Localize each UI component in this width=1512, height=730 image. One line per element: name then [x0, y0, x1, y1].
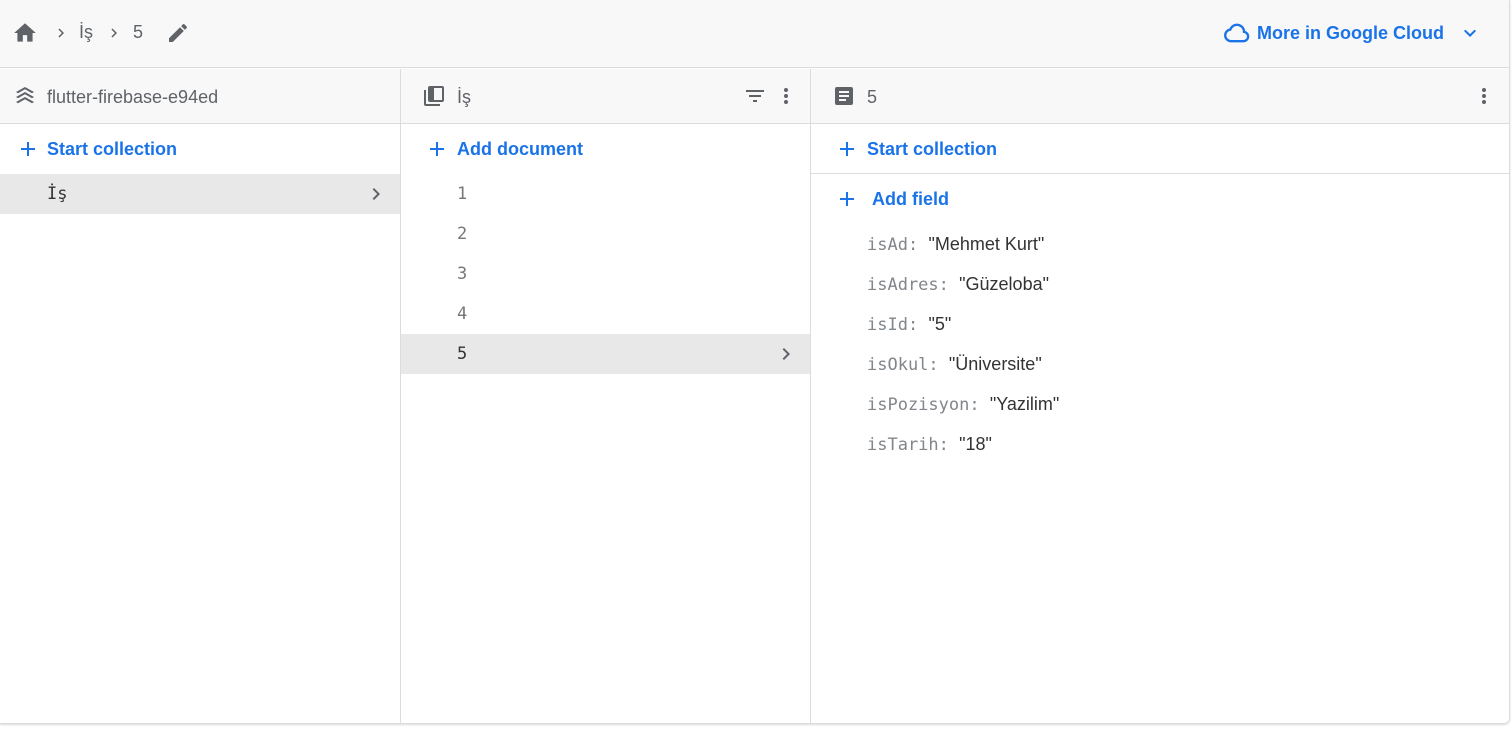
plus-icon [430, 142, 444, 156]
field-value: "5" [928, 314, 952, 334]
chevron-right-icon [58, 28, 64, 38]
field-key: isId [867, 315, 908, 335]
root-panel: flutter-firebase-e94ed Start collection … [0, 69, 401, 723]
field-value: "18" [959, 434, 992, 454]
add-document-label: Add document [457, 139, 583, 159]
field-row[interactable]: isAd: "Mehmet Kurt" [811, 224, 1509, 264]
field-entry: isPozisyon: "Yazilim" [867, 394, 1060, 415]
firestore-database-icon [16, 87, 34, 104]
document-item-label: 1 [457, 184, 468, 204]
document-item-selected[interactable]: 5 [401, 334, 810, 374]
field-value: "Yazilim" [989, 394, 1060, 414]
field-key: isTarih [867, 435, 939, 455]
home-icon[interactable] [12, 20, 38, 46]
field-key: isAd [867, 235, 908, 255]
field-entry: isId: "5" [867, 314, 952, 335]
field-row[interactable]: isTarih: "18" [811, 424, 1509, 464]
collection-icon [424, 86, 444, 106]
field-entry: isTarih: "18" [867, 434, 992, 455]
chevron-right-icon [111, 28, 117, 38]
field-list: isAd: "Mehmet Kurt" isAdres: "Güzeloba" … [811, 224, 1509, 464]
chevron-right-icon [782, 348, 790, 360]
chevron-down-icon [1464, 29, 1476, 37]
field-key: isOkul [867, 355, 929, 375]
breadcrumb-bar: İş 5 More in Google Cloud [0, 0, 1509, 68]
start-collection-label: Start collection [47, 139, 178, 159]
collection-panel: İş Add document 1 2 3 4 5 [401, 69, 811, 723]
chevron-right-icon [372, 188, 380, 200]
field-row[interactable]: isPozisyon: "Yazilim" [811, 384, 1509, 424]
start-subcollection-button[interactable]: Start collection [811, 124, 1509, 174]
filter-list-icon[interactable] [742, 84, 768, 108]
plus-icon [840, 142, 854, 156]
document-item-label: 3 [457, 264, 468, 284]
field-key: isPozisyon [867, 395, 970, 415]
field-entry: isOkul: "Üniversite" [867, 354, 1042, 375]
document-item-label: 5 [457, 344, 468, 364]
field-row[interactable]: isId: "5" [811, 304, 1509, 344]
cloud-icon [1224, 23, 1250, 43]
collection-item[interactable]: İş [0, 174, 400, 214]
project-name: flutter-firebase-e94ed [47, 87, 219, 107]
more-vert-icon[interactable] [774, 83, 798, 109]
document-item-label: 4 [457, 304, 468, 324]
collection-item-label: İş [47, 184, 68, 204]
field-row[interactable]: isAdres: "Güzeloba" [811, 264, 1509, 304]
start-subcollection-label: Start collection [867, 139, 998, 159]
field-entry: isAdres: "Güzeloba" [867, 274, 1049, 295]
field-value: "Üniversite" [948, 354, 1042, 374]
plus-icon [21, 142, 35, 156]
more-vert-icon[interactable] [1472, 83, 1496, 109]
document-item-label: 2 [457, 224, 468, 244]
document-item[interactable]: 1 [401, 174, 810, 214]
document-item[interactable]: 4 [401, 294, 810, 334]
start-collection-button[interactable]: Start collection [0, 124, 400, 174]
document-icon [835, 87, 853, 105]
add-field-label: Add field [872, 189, 949, 209]
collection-name: İş [457, 87, 472, 107]
edit-pencil-icon[interactable] [166, 21, 190, 45]
breadcrumb-item-document[interactable]: 5 [133, 22, 143, 43]
document-item[interactable]: 2 [401, 214, 810, 254]
plus-icon [840, 192, 854, 206]
more-in-google-cloud-button[interactable]: More in Google Cloud [1223, 19, 1482, 47]
field-entry: isAd: "Mehmet Kurt" [867, 234, 1045, 255]
add-field-button[interactable]: Add field [811, 174, 1509, 224]
field-value: "Mehmet Kurt" [928, 234, 1045, 254]
field-row[interactable]: isOkul: "Üniversite" [811, 344, 1509, 384]
add-document-button[interactable]: Add document [401, 124, 810, 174]
document-id: 5 [867, 87, 878, 107]
firestore-data-viewer: İş 5 More in Google Cloud flutter-fireba… [0, 0, 1510, 724]
root-panel-header: flutter-firebase-e94ed [0, 69, 400, 124]
more-in-google-cloud-label: More in Google Cloud [1257, 22, 1444, 43]
breadcrumb-item-collection[interactable]: İş [79, 22, 93, 43]
document-panel: 5 Start collection Add field isAd: "Mehm… [811, 69, 1509, 723]
field-key: isAdres [867, 275, 939, 295]
collection-panel-header: İş [401, 69, 810, 124]
document-panel-header: 5 [811, 69, 1509, 124]
field-value: "Güzeloba" [959, 274, 1049, 294]
document-item[interactable]: 3 [401, 254, 810, 294]
